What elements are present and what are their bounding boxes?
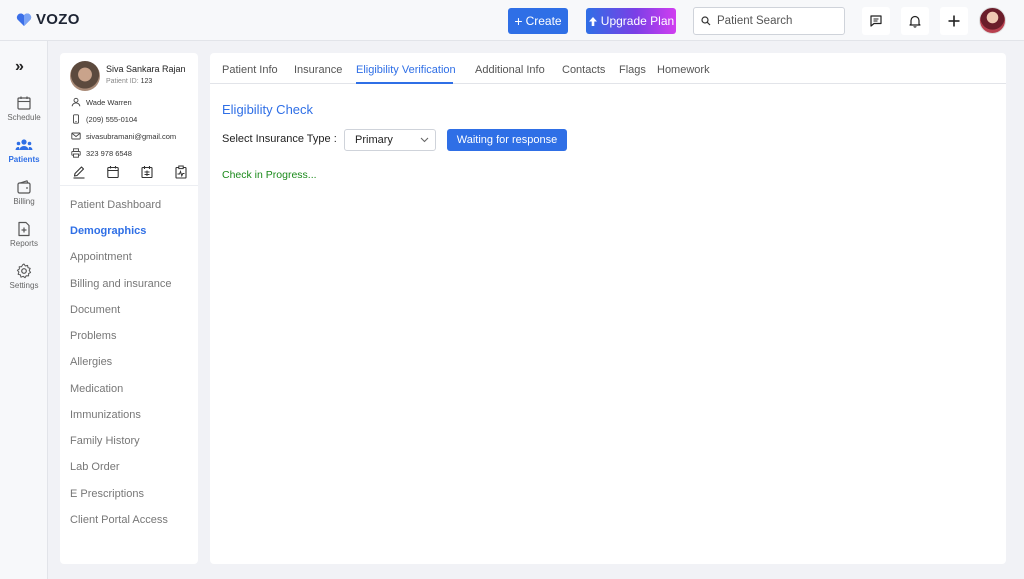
plus-icon (948, 15, 960, 27)
calendar-icon[interactable] (106, 165, 120, 179)
printer-icon (71, 148, 81, 158)
messages-button[interactable] (862, 7, 890, 35)
calendar-icon (17, 96, 31, 110)
expand-sidebar-icon[interactable]: » (15, 58, 24, 76)
patient-nav-document[interactable]: Document (70, 304, 120, 316)
bell-icon (909, 15, 921, 28)
tab-homework[interactable]: Homework (657, 64, 710, 76)
tab-insurance[interactable]: Insurance (294, 64, 342, 76)
active-tab-indicator (356, 82, 453, 84)
rail-item-reports[interactable]: Reports (0, 221, 48, 248)
patient-nav-problems[interactable]: Problems (70, 330, 116, 342)
insurance-type-value: Primary (355, 134, 393, 146)
check-progress-text: Check in Progress... (222, 169, 317, 181)
create-label: Create (525, 14, 562, 28)
patient-nav-appointment[interactable]: Appointment (70, 251, 132, 263)
top-bar: VOZO + Create Upgrade Plan Patient Searc… (0, 0, 1024, 41)
patient-nav-immunizations[interactable]: Immunizations (70, 409, 141, 421)
rail-item-settings[interactable]: Settings (0, 263, 48, 290)
tab-eligibility-verification[interactable]: Eligibility Verification (356, 64, 456, 76)
chevron-down-icon (420, 137, 429, 143)
user-avatar[interactable] (979, 7, 1006, 34)
rail-label: Schedule (7, 113, 41, 122)
left-rail: » Schedule Patients Billing Reports Sett… (0, 41, 48, 579)
plus-icon: + (514, 13, 523, 29)
patient-provider: Wade Warren (71, 97, 132, 107)
wallet-icon (17, 180, 31, 194)
rail-label: Settings (9, 281, 39, 290)
patient-nav-family-history[interactable]: Family History (70, 435, 140, 447)
create-button[interactable]: + Create (508, 8, 568, 34)
main-panel: Patient Info Insurance Eligibility Verif… (210, 53, 1006, 564)
patient-nav-client-portal[interactable]: Client Portal Access (70, 514, 168, 526)
patient-nav-dashboard[interactable]: Patient Dashboard (70, 199, 161, 211)
tab-flags[interactable]: Flags (619, 64, 646, 76)
patient-email: sivasubramani@gmail.com (71, 131, 176, 141)
patient-actions (72, 165, 188, 179)
upgrade-plan-button[interactable]: Upgrade Plan (586, 8, 676, 34)
tab-additional-info[interactable]: Additional Info (475, 64, 545, 76)
edit-icon[interactable] (72, 165, 86, 179)
upgrade-label: Upgrade Plan (600, 14, 675, 28)
rail-label: Reports (9, 239, 38, 248)
patient-nav-demographics[interactable]: Demographics (70, 225, 146, 237)
patient-nav-medication[interactable]: Medication (70, 383, 123, 395)
waiting-for-response-button[interactable]: Waiting for response (447, 129, 567, 151)
rail-item-schedule[interactable]: Schedule (0, 95, 48, 122)
document-icon[interactable] (140, 165, 154, 179)
add-button[interactable] (940, 7, 968, 35)
phone-icon (73, 114, 79, 124)
medical-icon[interactable] (174, 165, 188, 179)
users-icon (15, 139, 33, 150)
rail-label: Billing (13, 197, 35, 206)
section-title: Eligibility Check (222, 102, 314, 117)
patient-nav-allergies[interactable]: Allergies (70, 356, 112, 368)
arrow-up-icon (588, 16, 597, 26)
search-icon (701, 16, 711, 26)
patient-nav-lab-order[interactable]: Lab Order (70, 461, 120, 473)
heart-logo-icon (16, 12, 32, 26)
tab-contacts[interactable]: Contacts (562, 64, 605, 76)
patient-avatar (70, 61, 100, 91)
patient-phone: (209) 555-0104 (71, 114, 137, 124)
brand-name: VOZO (36, 11, 80, 28)
rail-item-billing[interactable]: Billing (0, 179, 48, 206)
tab-patient-info[interactable]: Patient Info (222, 64, 278, 76)
rail-item-patients[interactable]: Patients (0, 137, 48, 164)
report-icon (18, 221, 30, 237)
mail-icon (71, 132, 81, 140)
patient-name: Siva Sankara Rajan (106, 64, 186, 74)
patient-panel: Siva Sankara Rajan Patient ID: 123 Wade … (60, 53, 198, 564)
gear-icon (16, 263, 32, 279)
user-icon (71, 97, 81, 107)
rail-label: Patients (8, 155, 40, 164)
patient-search-input[interactable]: Patient Search (693, 7, 845, 35)
chat-icon (870, 15, 882, 27)
patient-fax: 323 978 6548 (71, 148, 132, 158)
patient-nav-e-prescriptions[interactable]: E Prescriptions (70, 488, 144, 500)
patient-nav-billing-insurance[interactable]: Billing and insurance (70, 278, 172, 290)
insurance-type-label: Select Insurance Type : (222, 133, 337, 145)
patient-id: Patient ID: 123 (106, 78, 153, 85)
search-placeholder: Patient Search (717, 15, 793, 27)
divider (60, 185, 198, 186)
insurance-type-select[interactable]: Primary (344, 129, 436, 151)
notifications-button[interactable] (901, 7, 929, 35)
logo[interactable]: VOZO (16, 11, 80, 28)
tab-bar: Patient Info Insurance Eligibility Verif… (210, 53, 1006, 84)
